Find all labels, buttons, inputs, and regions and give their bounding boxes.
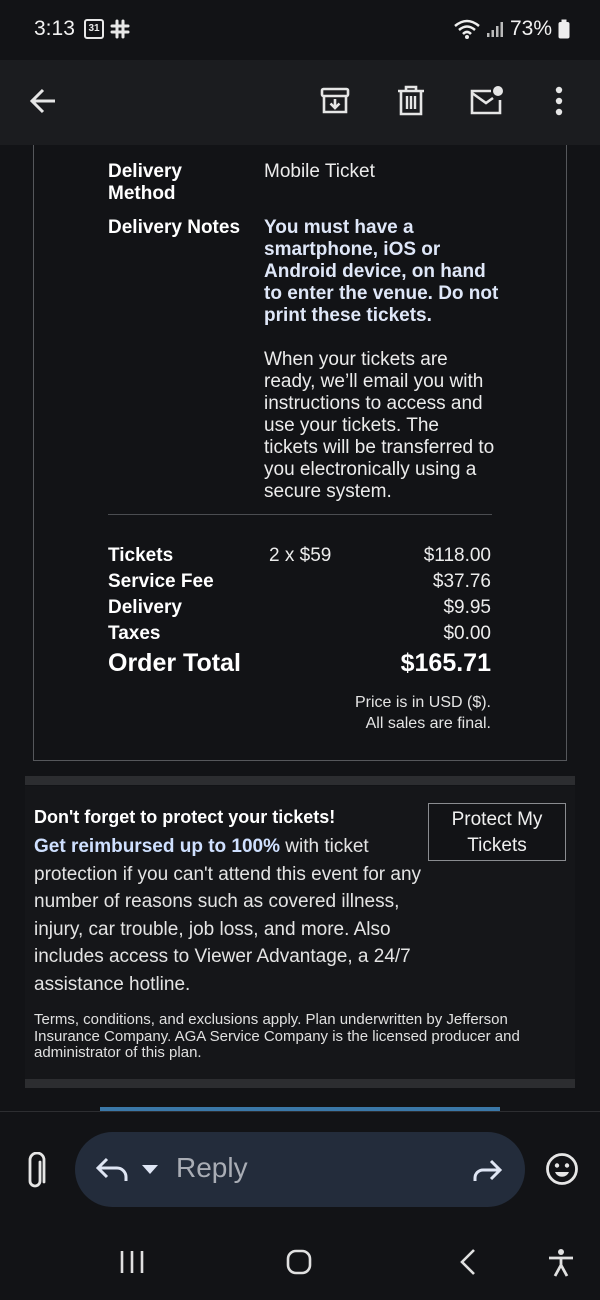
line-service-fee-label: Service Fee	[108, 571, 214, 592]
emoji-icon[interactable]	[545, 1152, 579, 1186]
email-toolbar	[0, 60, 600, 145]
line-taxes-label: Taxes	[108, 623, 161, 644]
final-sales-note: All sales are final.	[365, 715, 491, 732]
mark-unread-icon	[470, 86, 503, 115]
line-tickets-amount: $118.00	[423, 545, 491, 566]
battery-percent: 73%	[509, 17, 552, 40]
section-separator	[25, 1079, 575, 1088]
email-body[interactable]: Delivery Method Mobile Ticket Delivery N…	[0, 145, 600, 1110]
status-right: 73%	[454, 17, 570, 41]
protection-highlight: Get reimbursed up to 100%	[34, 836, 281, 857]
price-currency-note: Price is in USD ($).	[354, 694, 491, 711]
attachment-icon[interactable]	[20, 1152, 52, 1192]
order-total-label: Order Total	[108, 649, 241, 677]
line-delivery-label: Delivery	[108, 597, 182, 618]
home-icon[interactable]	[285, 1248, 313, 1276]
more-vert-icon	[555, 86, 563, 116]
delivery-notes-text: When your tickets are ready, we’ll email…	[264, 349, 495, 502]
delivery-method-value: Mobile Ticket	[264, 161, 375, 182]
reply-label: Reply	[176, 1152, 248, 1183]
line-tickets-qty: 2 x $59	[269, 545, 332, 566]
reply-bar: Reply	[0, 1111, 600, 1230]
signal-icon	[486, 22, 503, 37]
mark-unread-button[interactable]	[462, 76, 512, 126]
protection-body: Get reimbursed up to 100% with ticket pr…	[34, 833, 439, 998]
section-separator	[25, 776, 575, 785]
archive-button[interactable]	[310, 76, 360, 126]
wifi-icon	[454, 19, 480, 39]
order-total-amount: $165.71	[400, 649, 491, 677]
line-taxes-amount: $0.00	[443, 623, 491, 644]
slack-icon	[110, 19, 130, 39]
status-time: 3:13	[34, 17, 75, 40]
delivery-notes-warning: You must have a smartphone, iOS or Andro…	[264, 217, 499, 326]
back-arrow-icon	[29, 88, 55, 114]
ticket-protection-section: Don't forget to protect your tickets! Ge…	[25, 786, 575, 1079]
order-summary: Delivery Method Mobile Ticket Delivery N…	[33, 145, 567, 761]
delete-button[interactable]	[386, 76, 436, 126]
reply-icon[interactable]	[95, 1156, 129, 1184]
line-tickets-label: Tickets	[108, 545, 174, 566]
battery-icon	[558, 19, 570, 39]
accessibility-icon[interactable]	[546, 1248, 576, 1278]
delivery-notes-label: Delivery Notes	[108, 217, 241, 238]
line-service-fee-amount: $37.76	[432, 571, 491, 592]
archive-icon	[320, 87, 350, 114]
protection-terms: Terms, conditions, and exclusions apply.…	[34, 1011, 520, 1061]
reply-field[interactable]: Reply	[75, 1132, 525, 1207]
protection-body-text: with ticket protection if you can't atte…	[34, 836, 422, 995]
status-bar: 3:13 31 73%	[0, 0, 600, 60]
line-delivery-amount: $9.95	[443, 597, 491, 618]
trash-icon	[398, 85, 424, 116]
forward-icon[interactable]	[471, 1156, 503, 1184]
protection-heading: Don't forget to protect your tickets!	[34, 807, 336, 827]
back-nav-icon[interactable]	[455, 1248, 483, 1276]
recent-apps-icon[interactable]	[118, 1248, 146, 1276]
more-options-button[interactable]	[534, 76, 584, 126]
delivery-method-label: Delivery Method	[108, 161, 182, 204]
calendar-icon: 31	[84, 19, 104, 39]
back-button[interactable]	[18, 76, 68, 126]
divider	[108, 514, 492, 515]
protect-my-tickets-button[interactable]: Protect My Tickets	[428, 803, 566, 861]
system-nav-bar	[0, 1230, 600, 1300]
chevron-down-icon[interactable]	[141, 1164, 159, 1176]
